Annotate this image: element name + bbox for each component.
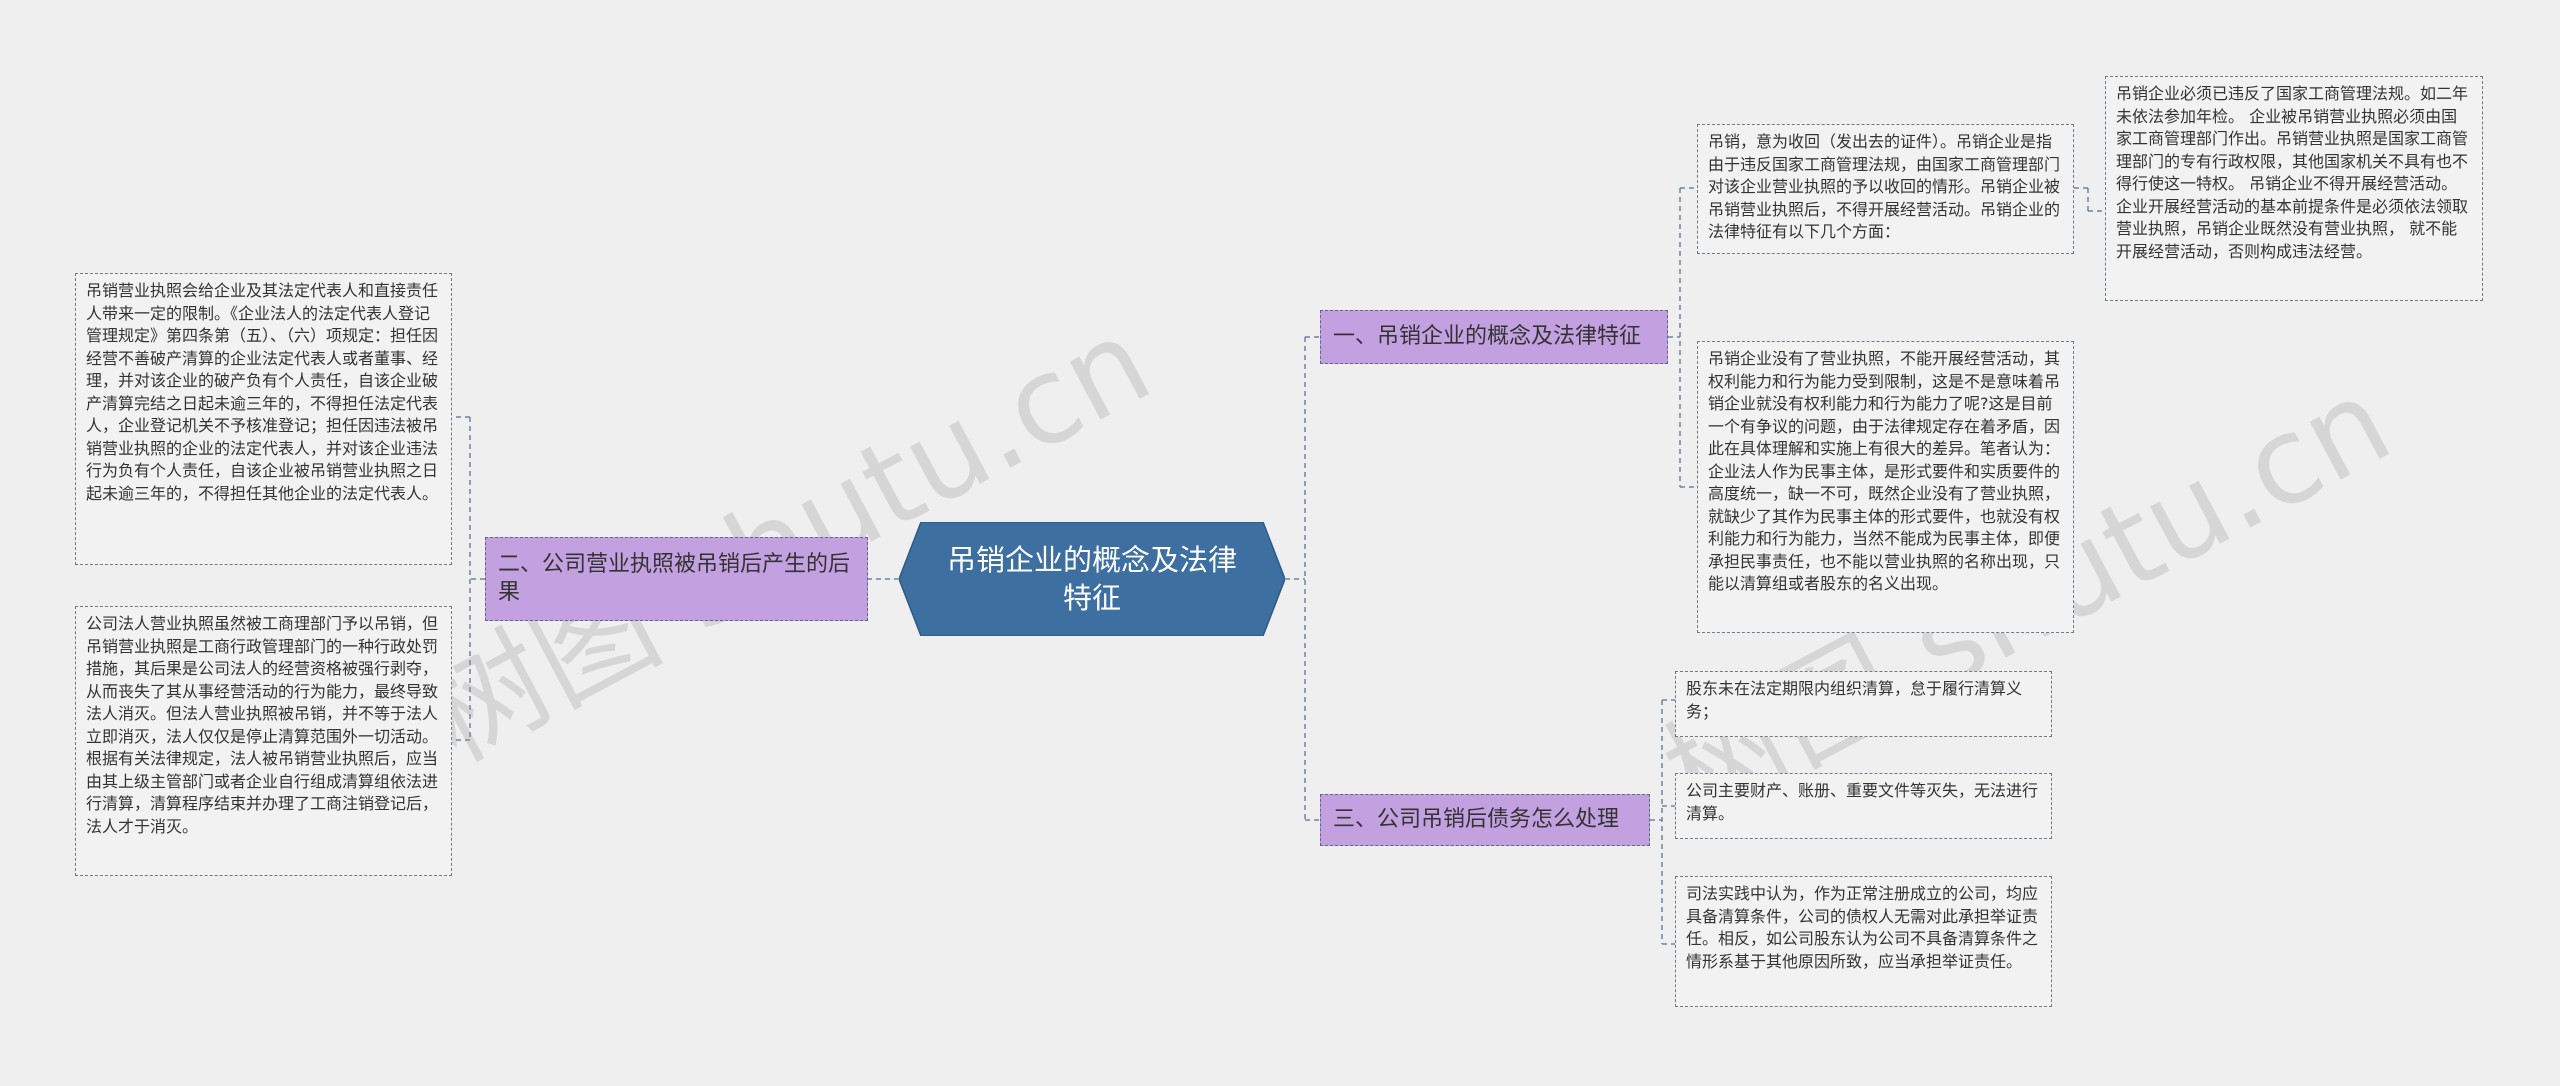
leaf-revocation-definition[interactable]: 吊销，意为收回（发出去的证件）。吊销企业是指由于违反国家工商管理法规，由国家工商… [1697,124,2074,254]
leaf-shareholder-inaction[interactable]: 股东未在法定期限内组织清算，怠于履行清算义务； [1675,671,2052,737]
leaf-legal-features-detail[interactable]: 吊销企业必须已违反了国家工商管理法规。如二年未依法参加年检。 企业被吊销营业执照… [2105,76,2483,301]
leaf-text: 吊销企业必须已违反了国家工商管理法规。如二年未依法参加年检。 企业被吊销营业执照… [2116,84,2469,261]
leaf-burden-of-proof[interactable]: 司法实践中认为，作为正常注册成立的公司，均应具备清算条件，公司的债权人无需对此承… [1675,876,2052,1007]
branch-label: 一、吊销企业的概念及法律特征 [1333,324,1642,349]
central-topic-title: 吊销企业的概念及法律特征 [946,543,1237,615]
leaf-records-lost[interactable]: 公司主要财产、账册、重要文件等灭失，无法进行清算。 [1675,773,2052,839]
leaf-text: 吊销企业没有了营业执照，不能开展经营活动，其权利能力和行为能力受到限制，这是不是… [1708,349,2061,593]
leaf-text: 吊销，意为收回（发出去的证件）。吊销企业是指由于违反国家工商管理法规，由国家工商… [1708,132,2061,241]
central-topic[interactable]: 吊销企业的概念及法律特征 [899,522,1285,636]
branch-license-revoked-consequences[interactable]: 二、公司营业执照被吊销后产生的后果 [485,537,868,621]
branch-concept-and-features[interactable]: 一、吊销企业的概念及法律特征 [1320,310,1668,364]
branch-label: 三、公司吊销后债务怎么处理 [1333,807,1620,832]
leaf-text: 公司主要财产、账册、重要文件等灭失，无法进行清算。 [1686,781,2039,823]
leaf-legal-person-extinction[interactable]: 公司法人营业执照虽然被工商理部门予以吊销，但吊销营业执照是工商行政管理部门的一种… [75,606,452,876]
branch-debt-handling[interactable]: 三、公司吊销后债务怎么处理 [1320,794,1650,846]
branch-label: 二、公司营业执照被吊销后产生的后果 [498,552,851,605]
leaf-text: 公司法人营业执照虽然被工商理部门予以吊销，但吊销营业执照是工商行政管理部门的一种… [86,614,439,836]
leaf-capacity-debate[interactable]: 吊销企业没有了营业执照，不能开展经营活动，其权利能力和行为能力受到限制，这是不是… [1697,341,2074,633]
leaf-text: 吊销营业执照会给企业及其法定代表人和直接责任人带来一定的限制。《企业法人的法定代… [86,281,439,503]
leaf-representative-restrictions[interactable]: 吊销营业执照会给企业及其法定代表人和直接责任人带来一定的限制。《企业法人的法定代… [75,273,452,565]
leaf-text: 股东未在法定期限内组织清算，怠于履行清算义务； [1686,679,2023,721]
leaf-text: 司法实践中认为，作为正常注册成立的公司，均应具备清算条件，公司的债权人无需对此承… [1686,884,2039,971]
